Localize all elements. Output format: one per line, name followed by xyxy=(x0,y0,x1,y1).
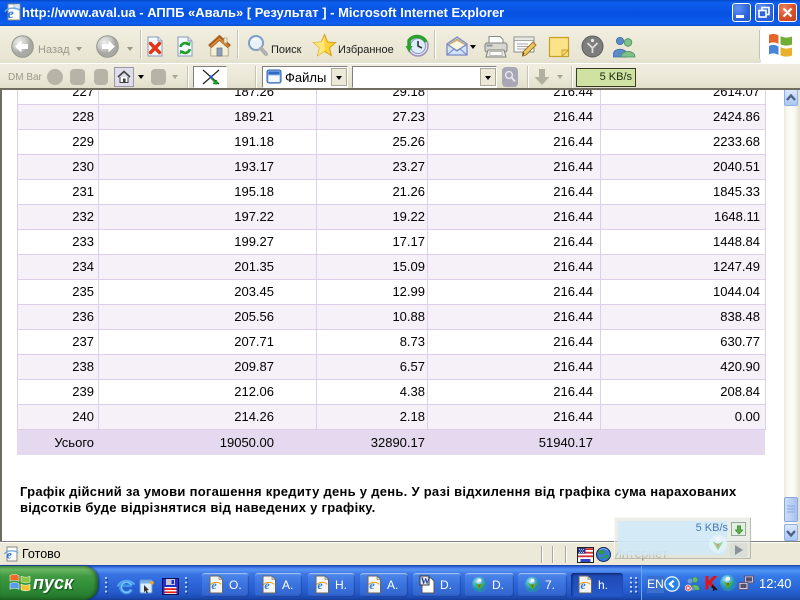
svg-text:e: e xyxy=(369,578,375,592)
svg-text:e: e xyxy=(264,578,270,592)
svg-text:e: e xyxy=(7,548,13,562)
svg-text:e: e xyxy=(211,578,217,592)
svg-text:e: e xyxy=(317,578,323,592)
svg-text:e: e xyxy=(580,578,586,592)
svg-text:W: W xyxy=(421,576,430,586)
